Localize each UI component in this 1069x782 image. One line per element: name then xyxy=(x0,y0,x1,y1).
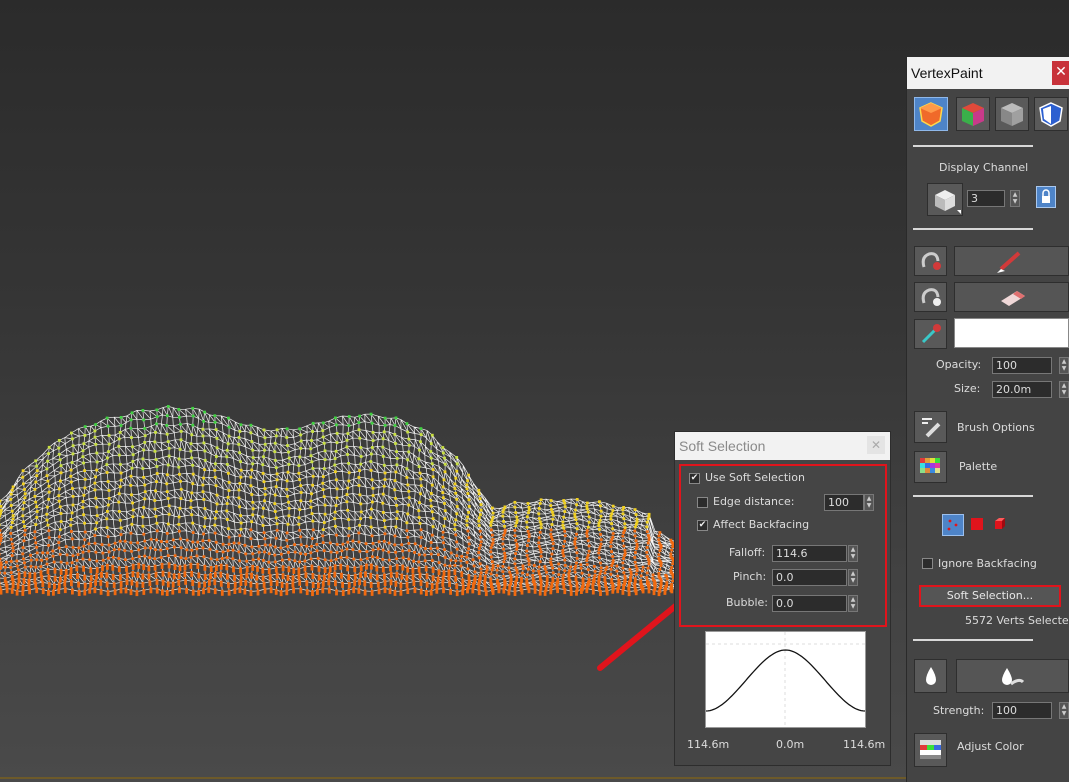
adjust-color-button[interactable] xyxy=(914,733,947,767)
curve-left-label: 114.6m xyxy=(687,738,730,751)
curve-center-label: 0.0m xyxy=(776,738,805,751)
falloff-input[interactable]: 114.6 xyxy=(772,545,847,562)
drop-icon xyxy=(926,667,936,685)
paint-color-swatch[interactable] xyxy=(954,318,1069,348)
channel-number-input[interactable]: 3 xyxy=(967,190,1005,207)
pinch-input[interactable]: 0.0 xyxy=(772,569,847,586)
shield-cube-icon xyxy=(1039,102,1063,127)
gray-cube-icon xyxy=(1001,103,1023,126)
affect-backfacing-checkbox[interactable]: ✔ xyxy=(697,520,708,531)
strength-label: Strength: xyxy=(933,704,985,717)
opacity-label: Opacity: xyxy=(936,358,982,371)
vertex-color-display-unshaded-button[interactable] xyxy=(956,97,990,131)
adjust-color-icon xyxy=(920,740,941,759)
adjust-color-label: Adjust Color xyxy=(957,740,1024,753)
size-input[interactable]: 20.0m xyxy=(992,381,1052,398)
falloff-spinner[interactable]: ▲ ▼ xyxy=(848,545,858,562)
paint-button[interactable] xyxy=(954,246,1069,276)
white-cube-icon xyxy=(935,190,961,214)
size-label: Size: xyxy=(954,382,981,395)
edge-distance-label: Edge distance: xyxy=(713,495,795,508)
lock-icon xyxy=(1042,189,1050,203)
vertex-dots-icon xyxy=(947,519,958,531)
bubble-label: Bubble: xyxy=(726,596,769,609)
channel-lock-button[interactable] xyxy=(1036,186,1056,208)
curve-right-label: 114.6m xyxy=(843,738,886,751)
brush-icon xyxy=(997,251,1021,273)
falloff-curve-graph xyxy=(705,631,866,728)
edge-distance-input[interactable]: 100 xyxy=(824,494,864,511)
face-select-button[interactable] xyxy=(971,518,983,530)
ignore-backfacing-checkbox[interactable] xyxy=(922,558,933,569)
use-soft-selection-checkbox[interactable]: ✔ xyxy=(689,473,700,484)
brush-options-button[interactable] xyxy=(914,411,947,443)
soft-selection-title: Soft Selection xyxy=(679,438,766,454)
vertexpaint-close-button[interactable]: ✕ xyxy=(1052,61,1069,85)
brush-options-label: Brush Options xyxy=(957,421,1035,434)
color-cube-icon xyxy=(962,103,984,126)
disable-vertex-color-display-button[interactable] xyxy=(995,97,1029,131)
vertex-select-button[interactable] xyxy=(942,514,964,536)
palette-button[interactable] xyxy=(914,451,947,483)
paint-options-button[interactable] xyxy=(914,246,947,276)
edge-distance-spinner[interactable]: ▲ ▼ xyxy=(864,494,874,511)
blur-options-button[interactable] xyxy=(914,659,947,693)
channel-type-button[interactable] xyxy=(927,183,963,216)
falloff-label: Falloff: xyxy=(729,546,766,559)
use-soft-selection-label: Use Soft Selection xyxy=(705,471,805,484)
element-select-cube-icon[interactable] xyxy=(991,516,1007,532)
opacity-input[interactable]: 100 xyxy=(992,357,1052,374)
separator xyxy=(913,228,1033,230)
brush-options-icon xyxy=(922,418,941,438)
soft-selection-button[interactable]: Soft Selection... xyxy=(919,585,1061,607)
paint-can-icon xyxy=(921,252,941,270)
affect-backfacing-label: Affect Backfacing xyxy=(713,518,810,531)
blur-brush-button[interactable] xyxy=(956,659,1069,693)
pick-color-button[interactable] xyxy=(914,319,947,349)
erase-button[interactable] xyxy=(954,282,1069,312)
verts-selected-status: 5572 Verts Selected xyxy=(965,614,1069,627)
vertexpaint-panel: VertexPaint ✕ Display Channel 3 ▲ ▼ Opaci… xyxy=(906,57,1069,782)
strength-input[interactable]: 100 xyxy=(992,702,1052,719)
soft-selection-dialog: Soft Selection ✕ ✔ Use Soft Selection Ed… xyxy=(674,431,891,766)
palette-label: Palette xyxy=(959,460,998,473)
separator xyxy=(913,639,1033,641)
vertex-color-display-shaded-button[interactable] xyxy=(914,97,948,131)
falloff-curve xyxy=(705,632,866,727)
soft-selection-titlebar[interactable]: Soft Selection ✕ xyxy=(675,432,890,460)
toggle-texture-display-button[interactable] xyxy=(1034,97,1068,131)
eyedropper-icon xyxy=(921,324,941,344)
size-spinner[interactable]: ▲ ▼ xyxy=(1059,381,1069,398)
display-channel-label: Display Channel xyxy=(939,161,1029,174)
shaded-cube-icon xyxy=(919,102,943,127)
strength-spinner[interactable]: ▲ ▼ xyxy=(1059,702,1069,719)
bubble-spinner[interactable]: ▲ ▼ xyxy=(848,595,858,612)
bubble-input[interactable]: 0.0 xyxy=(772,595,847,612)
channel-spinner[interactable]: ▲ ▼ xyxy=(1010,190,1020,207)
pinch-spinner[interactable]: ▲ ▼ xyxy=(848,569,858,586)
opacity-spinner[interactable]: ▲ ▼ xyxy=(1059,357,1069,374)
vertexpaint-titlebar[interactable]: VertexPaint ✕ xyxy=(907,57,1069,89)
separator xyxy=(913,495,1033,497)
erase-can-icon xyxy=(921,288,941,306)
blur-brush-icon xyxy=(1002,668,1025,686)
ignore-backfacing-label: Ignore Backfacing xyxy=(938,557,1037,570)
palette-icon xyxy=(920,458,940,473)
edge-distance-checkbox[interactable] xyxy=(697,497,708,508)
ground-line xyxy=(0,777,910,779)
eraser-icon xyxy=(1001,291,1025,306)
pinch-label: Pinch: xyxy=(733,570,767,583)
separator xyxy=(913,145,1033,147)
soft-selection-close-button[interactable]: ✕ xyxy=(867,436,885,454)
erase-options-button[interactable] xyxy=(914,282,947,312)
vertexpaint-title: VertexPaint xyxy=(911,65,983,81)
